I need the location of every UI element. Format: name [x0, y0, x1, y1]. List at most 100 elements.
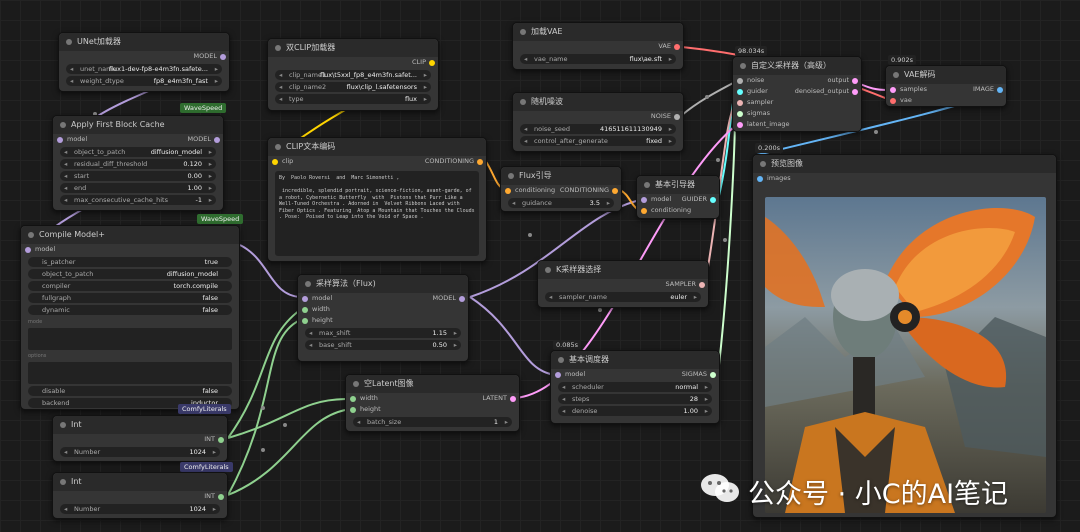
conditioning-output-dot[interactable] — [477, 158, 483, 165]
height-input-dot[interactable] — [302, 317, 308, 324]
max-cache-hits-widget[interactable]: max_consecutive_cache_hits-1 — [60, 195, 216, 205]
steps-widget[interactable]: steps28 — [558, 394, 712, 404]
number-widget[interactable]: Number1024 — [60, 447, 220, 457]
latent-input-dot[interactable] — [737, 121, 743, 128]
height-input-dot[interactable] — [350, 406, 356, 413]
model-output-dot[interactable] — [214, 136, 220, 143]
type-widget[interactable]: typeflux — [275, 94, 431, 104]
compile-model-node[interactable]: Compile Model+ model is_patcher true obje… — [20, 225, 240, 410]
node-title[interactable]: VAE解码 — [886, 66, 1006, 84]
int-node-width[interactable]: Int INT Number1024 — [52, 415, 228, 462]
base-shift-widget[interactable]: base_shift0.50 — [305, 340, 461, 350]
end-widget[interactable]: end1.00 — [60, 183, 216, 193]
noise-output-dot[interactable] — [674, 113, 680, 120]
output-dot[interactable] — [852, 77, 858, 84]
scheduler-widget[interactable]: schedulernormal — [558, 382, 712, 392]
clip-input-dot[interactable] — [272, 158, 278, 165]
sampler-input-dot[interactable] — [737, 99, 743, 106]
options-textarea[interactable] — [28, 362, 232, 384]
preview-image-node[interactable]: 预览图像 images — [752, 154, 1057, 518]
int-output-dot[interactable] — [218, 436, 224, 443]
noise-input-dot[interactable] — [737, 77, 743, 84]
conditioning-output-dot[interactable] — [612, 187, 618, 194]
node-title[interactable]: 采样算法（Flux) — [298, 275, 468, 293]
disable-toggle[interactable]: disable false — [28, 386, 232, 396]
noise-seed-widget[interactable]: noise_seed416511611130949 — [520, 124, 676, 134]
number-widget[interactable]: Number1024 — [60, 504, 220, 514]
batch-size-widget[interactable]: batch_size1 — [353, 417, 512, 427]
load-vae-node[interactable]: 加载VAE VAE vae_nameflux\ae.sft — [512, 22, 684, 70]
object-to-patch-widget[interactable]: object_to_patchdiffusion_model — [28, 269, 232, 279]
node-title[interactable]: 空Latent图像 — [346, 375, 519, 393]
compiler-widget[interactable]: compiler torch.compile — [28, 281, 232, 291]
sampler-name-widget[interactable]: sampler_nameeuler — [545, 292, 701, 302]
sampler-custom-advanced-node[interactable]: 自定义采样器（高级） noise output guider denoised_ou… — [732, 56, 862, 132]
width-input-dot[interactable] — [350, 395, 356, 402]
sigmas-input-dot[interactable] — [737, 110, 743, 117]
latent-output-dot[interactable] — [510, 395, 516, 402]
model-output-dot[interactable] — [220, 53, 226, 60]
width-input-dot[interactable] — [302, 306, 308, 313]
node-title[interactable]: Compile Model+ — [21, 226, 239, 244]
guidance-widget[interactable]: guidance3.5 — [508, 198, 614, 208]
model-input-dot[interactable] — [555, 371, 561, 378]
vae-decode-node[interactable]: VAE解码 samples IMAGE vae — [885, 65, 1007, 107]
node-title[interactable]: Apply First Block Cache — [53, 116, 223, 134]
residual-diff-threshold-widget[interactable]: residual_diff_threshold0.120 — [60, 159, 216, 169]
model-input-dot[interactable] — [302, 295, 308, 302]
start-widget[interactable]: start0.00 — [60, 171, 216, 181]
node-title[interactable]: K采样器选择 — [538, 261, 708, 279]
model-input-dot[interactable] — [57, 136, 63, 143]
clip-name2-widget[interactable]: clip_name2flux\clip_l.safetensors — [275, 82, 431, 92]
node-title[interactable]: CLIP文本编码 — [268, 138, 486, 156]
conditioning-input-dot[interactable] — [505, 187, 511, 194]
images-input-dot[interactable] — [757, 175, 763, 182]
clip-output-dot[interactable] — [429, 59, 435, 66]
int-output-dot[interactable] — [218, 493, 224, 500]
node-title[interactable]: UNet加载器 — [59, 33, 229, 51]
prompt-textarea[interactable]: By Paolo Roversi and Marc Simonetti , in… — [275, 171, 479, 256]
node-title[interactable]: Int — [53, 416, 227, 434]
node-title[interactable]: Int — [53, 473, 227, 491]
empty-latent-image-node[interactable]: 空Latent图像 widthLATENT height batch_size1 — [345, 374, 520, 432]
mode-textarea[interactable] — [28, 328, 232, 350]
node-title[interactable]: 随机噪波 — [513, 93, 683, 111]
model-output-dot[interactable] — [459, 295, 465, 302]
node-title[interactable]: 基本引导器 — [637, 176, 719, 194]
node-title[interactable]: 基本调度器 — [551, 351, 719, 369]
fullgraph-toggle[interactable]: fullgraph false — [28, 293, 232, 303]
sigmas-output-dot[interactable] — [710, 371, 716, 378]
guider-input-dot[interactable] — [737, 88, 743, 95]
samples-input-dot[interactable] — [890, 86, 896, 93]
node-title[interactable]: 双CLIP加载器 — [268, 39, 438, 57]
weight-dtype-widget[interactable]: weight_dtypefp8_e4m3fn_fast — [66, 76, 222, 86]
node-title[interactable]: 自定义采样器（高级） — [733, 57, 861, 75]
node-title[interactable]: 预览图像 — [753, 155, 1056, 173]
model-sampling-flux-node[interactable]: 采样算法（Flux) modelMODEL width height max_s… — [297, 274, 469, 362]
node-title[interactable]: 加载VAE — [513, 23, 683, 41]
vae-output-dot[interactable] — [674, 43, 680, 50]
vae-name-widget[interactable]: vae_nameflux\ae.sft — [520, 54, 676, 64]
object-to-patch-widget[interactable]: object_to_patchdiffusion_model — [60, 147, 216, 157]
clip-name1-widget[interactable]: clip_name1flux\t5xxl_fp8_e4m3fn.safet... — [275, 70, 431, 80]
is-patcher-toggle[interactable]: is_patcher true — [28, 257, 232, 267]
int-node-height[interactable]: Int INT Number1024 — [52, 472, 228, 519]
max-shift-widget[interactable]: max_shift1.15 — [305, 328, 461, 338]
flux-guidance-node[interactable]: Flux引导 conditioningCONDITIONING guidance… — [500, 166, 622, 212]
random-noise-node[interactable]: 随机噪波 NOISE noise_seed416511611130949 con… — [512, 92, 684, 152]
denoise-widget[interactable]: denoise1.00 — [558, 406, 712, 416]
clip-text-encode-node[interactable]: CLIP文本编码 clip CONDITIONING By Paolo Rover… — [267, 137, 487, 262]
basic-scheduler-node[interactable]: 基本调度器 modelSIGMAS schedulernormal steps2… — [550, 350, 720, 424]
denoised-output-dot[interactable] — [852, 88, 858, 95]
apply-first-block-cache-node[interactable]: Apply First Block Cache modelMODEL objec… — [52, 115, 224, 211]
model-input-dot[interactable] — [25, 246, 31, 253]
image-output-dot[interactable] — [997, 86, 1003, 93]
node-title[interactable]: Flux引导 — [501, 167, 621, 185]
dual-clip-loader-node[interactable]: 双CLIP加载器 CLIP clip_name1flux\t5xxl_fp8_e… — [267, 38, 439, 111]
control-after-generate-widget[interactable]: control_after_generatefixed — [520, 136, 676, 146]
unet-name-widget[interactable]: unet_nameflux1-dev-fp8-e4m3fn.safete... — [66, 64, 222, 74]
guider-output-dot[interactable] — [710, 196, 716, 203]
sampler-output-dot[interactable] — [699, 281, 705, 288]
unet-loader-node[interactable]: UNet加载器 MODEL unet_nameflux1-dev-fp8-e4m… — [58, 32, 230, 92]
vae-input-dot[interactable] — [890, 97, 896, 104]
